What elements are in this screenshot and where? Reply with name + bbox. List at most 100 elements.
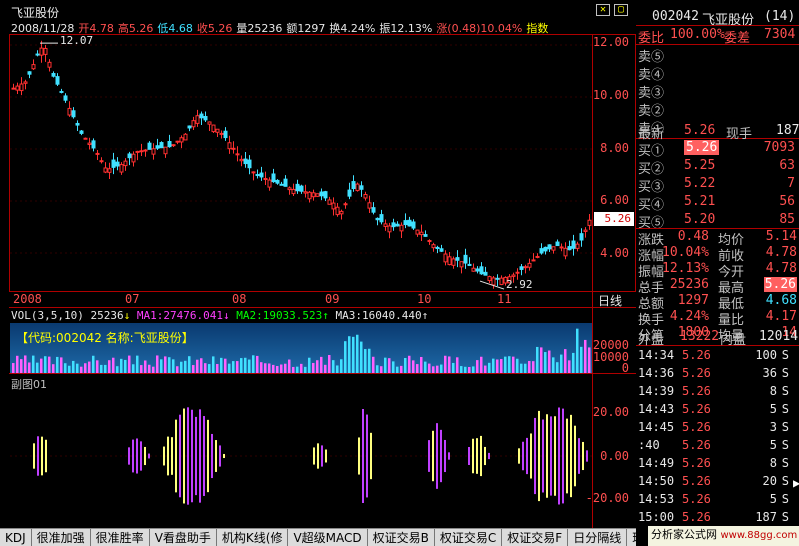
tick-price: 5.26 (682, 438, 711, 452)
volume-bar (364, 349, 367, 373)
tab-qzjyb[interactable]: 权证交易B (368, 529, 435, 546)
volume-bar (108, 360, 111, 373)
candle-body (227, 142, 232, 150)
candle-body (163, 146, 168, 155)
volume-bar (32, 355, 35, 373)
candle-body (547, 244, 552, 250)
candle-body (587, 219, 592, 226)
volume-bar (484, 365, 487, 373)
candle-body (171, 144, 176, 147)
candle-body (31, 64, 36, 70)
candle-body (471, 267, 476, 272)
volume-bar (380, 366, 383, 373)
close-icon[interactable]: ✕ (596, 4, 610, 16)
tick-price: 5.26 (682, 456, 711, 470)
volume-bar (104, 364, 107, 373)
tick-row: 14:43 5.26 5 S (636, 401, 799, 418)
volume-bar (56, 356, 59, 373)
candle-body (339, 210, 344, 215)
tick-side: S (781, 420, 789, 434)
sub-chart[interactable] (10, 386, 592, 526)
sub-tick: -20.00 (585, 491, 629, 505)
scroll-arrow-icon[interactable]: ▶ (793, 476, 799, 490)
volume-bar (200, 358, 203, 373)
candle-body (539, 248, 544, 254)
volume-bar (320, 356, 323, 373)
volume-bar (544, 352, 547, 373)
volume-bar (564, 349, 567, 373)
volume-bar (424, 361, 427, 373)
tick-volume: 5 (769, 402, 777, 416)
candle-body (91, 140, 96, 149)
tab-hzsl[interactable]: 很准胜率 (91, 529, 150, 546)
volume-bar (576, 328, 579, 373)
tick-row: 14:53 5.26 5 S (636, 491, 799, 508)
tick-side: S (781, 348, 789, 362)
volume-bar (392, 361, 395, 373)
candle-body (347, 189, 352, 197)
candle-body (279, 183, 284, 186)
candle-body (583, 229, 588, 232)
volume-bar (120, 358, 123, 373)
candle-body (223, 130, 228, 139)
volume-bar (116, 366, 119, 373)
tab-rfgx[interactable]: 日分隔线 (568, 529, 628, 546)
tab-lc[interactable]: 理出 (627, 529, 636, 546)
volume-bar (280, 364, 283, 373)
tab-kpzs[interactable]: V看盘助手 (150, 529, 217, 546)
sub-tick: 20.00 (592, 405, 629, 419)
candle-body (467, 263, 472, 266)
minimize-icon[interactable]: ▢ (614, 4, 628, 16)
volume-bar (348, 336, 351, 373)
volume-bar (144, 360, 147, 373)
candle-body (115, 161, 120, 167)
volume-bar (536, 346, 539, 373)
panel-code: 002042 (652, 9, 699, 24)
stat-value: 5.26 (763, 277, 797, 292)
candle-body (323, 191, 328, 199)
x-tick: 09 (325, 292, 340, 306)
tick-volume: 5 (769, 492, 777, 506)
tab-kdj[interactable]: KDJ (0, 529, 32, 546)
tab-qzjyf[interactable]: 权证交易F (502, 529, 569, 546)
candle-body (435, 246, 440, 249)
tick-time: :40 (638, 438, 660, 452)
candle-body (343, 203, 348, 206)
tick-volume: 20 (762, 474, 777, 488)
volume-bar (316, 360, 319, 373)
cur-value: 187 (776, 123, 799, 138)
tick-time: 14:36 (638, 366, 675, 380)
x-tick: 08 (232, 292, 247, 306)
volume-chart[interactable] (10, 323, 592, 373)
volume-bar (164, 356, 167, 373)
stat-row: 涨跌 0.48 均价 5.14 (636, 229, 799, 248)
x-tick: 10 (417, 292, 432, 306)
candle-body (451, 258, 456, 266)
candle-body (75, 122, 80, 126)
candle-body (351, 181, 356, 190)
volume-bar (336, 365, 339, 373)
tick-row: :40 5.26 5 S (636, 437, 799, 454)
tab-hzjq[interactable]: 很准加强 (32, 529, 91, 546)
volume-bar (388, 358, 391, 373)
volume-bar (72, 360, 75, 373)
candle-body (275, 179, 280, 184)
volume-bar (416, 364, 419, 373)
volume-bar (180, 361, 183, 373)
tab-macd[interactable]: V超级MACD (288, 529, 368, 546)
candle-body (407, 219, 412, 227)
candle-body (63, 95, 68, 101)
outer-label: 外盘 (638, 333, 665, 348)
bid-volume: 7093 (763, 140, 795, 155)
tab-qzjyc[interactable]: 权证交易C (435, 529, 503, 546)
candle-body (207, 121, 212, 125)
candlestick-chart[interactable] (10, 35, 593, 291)
candle-body (199, 113, 204, 119)
period-label[interactable]: 日线 (598, 292, 622, 309)
tab-jgkx[interactable]: 机构K线(修 (217, 529, 289, 546)
candle-body (39, 47, 44, 56)
candle-body (411, 221, 416, 229)
volume-bar (272, 364, 275, 373)
x-tick: 07 (125, 292, 140, 306)
tick-price: 5.26 (682, 384, 711, 398)
